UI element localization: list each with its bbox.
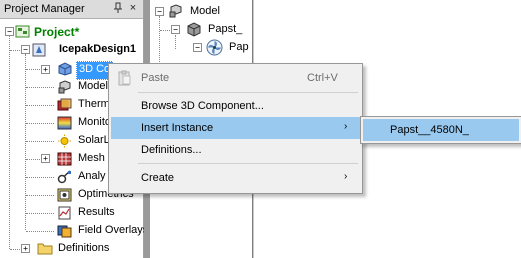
paste-icon (116, 70, 132, 86)
expand-icon[interactable]: + (41, 65, 50, 74)
insert-instance-submenu: Papst__4580N_ (360, 116, 521, 144)
menu-item-paste[interactable]: Paste Ctrl+V (111, 67, 360, 89)
collapse-icon[interactable]: − (21, 45, 30, 54)
tree-line (26, 159, 40, 160)
collapse-icon[interactable]: − (193, 43, 202, 52)
tree-line (175, 35, 176, 49)
project-icon (15, 25, 30, 38)
project-manager-titlebar: Project Manager × (0, 0, 143, 19)
menu-item-label: Browse 3D Component... (141, 100, 264, 112)
tree-item-model-root[interactable]: − Model (150, 3, 252, 21)
tree-item-label: Results (78, 206, 115, 218)
tree-item-results[interactable]: Results (0, 204, 143, 222)
tree-item-label: Papst_ (208, 23, 243, 35)
tree-item-project[interactable]: − Project* (0, 23, 143, 41)
tree-item-design[interactable]: − IcepakDesign1 (0, 41, 143, 59)
menu-item-label: Definitions... (141, 144, 202, 156)
tree-line (26, 195, 54, 196)
menu-item-definitions[interactable]: Definitions... (111, 139, 360, 161)
tree-item-label: Therm (78, 98, 110, 110)
menu-separator (138, 163, 358, 164)
thermal-icon (57, 98, 72, 112)
tree-item-label: Project* (34, 25, 80, 39)
monitor-icon (57, 116, 72, 130)
expand-icon[interactable]: + (41, 154, 50, 163)
optimetrics-icon (57, 188, 72, 202)
field-overlays-icon (57, 224, 72, 238)
tree-item-label: Model (190, 5, 220, 17)
mesh-icon (57, 152, 72, 166)
collapse-icon[interactable]: − (5, 27, 14, 36)
project-manager-title: Project Manager (4, 3, 85, 15)
menu-item-label: Paste (141, 72, 170, 84)
tree-line (26, 69, 40, 70)
submenu-item-label: Papst__4580N_ (390, 124, 469, 136)
tree-item-label: SolarL (78, 134, 110, 146)
tree-item-label: Mesh (78, 152, 105, 164)
sun-icon (57, 134, 72, 148)
menu-item-label: Insert Instance (141, 122, 214, 134)
menu-item-label: Create (141, 172, 175, 184)
analysis-icon (57, 170, 72, 184)
context-menu: Paste Ctrl+V Browse 3D Component... Inse… (108, 63, 363, 194)
tree-item-definitions[interactable]: + Definitions (0, 240, 143, 258)
collapse-icon[interactable]: − (155, 7, 164, 16)
icepak-design-icon (32, 43, 46, 57)
fan-icon (206, 39, 223, 56)
menu-item-insert-instance[interactable]: Insert Instance › (111, 117, 360, 139)
tree-line (26, 123, 54, 124)
tree-item-label: Pap (229, 41, 249, 53)
tree-line (26, 141, 54, 142)
menu-separator (138, 92, 358, 93)
folder-icon (37, 242, 53, 255)
results-icon (57, 206, 72, 220)
expand-icon[interactable]: + (21, 244, 30, 253)
3d-components-icon (57, 62, 73, 76)
tree-item-papst-fan[interactable]: − Pap (150, 35, 252, 57)
model-icon (168, 4, 184, 19)
tree-item-label: Model (78, 80, 108, 92)
tree-line (26, 105, 54, 106)
tree-item-label: Analy (78, 170, 106, 182)
3d-component-icon (186, 22, 202, 37)
tree-line (26, 231, 54, 232)
submenu-item-papst-4580n[interactable]: Papst__4580N_ (363, 119, 519, 141)
close-icon[interactable]: × (127, 2, 139, 15)
tree-item-label: IcepakDesign1 (59, 43, 137, 55)
tree-item-label: Monito (78, 116, 112, 128)
collapse-icon[interactable]: − (171, 25, 180, 34)
menu-item-shortcut: Ctrl+V (307, 72, 338, 84)
tree-line (26, 87, 54, 88)
model-icon (57, 80, 72, 94)
tree-item-field-overlays[interactable]: Field Overlays (0, 222, 148, 240)
tree-item-label: Field Overlays (78, 224, 149, 236)
submenu-arrow-icon: › (344, 171, 348, 182)
tree-item-papst-component[interactable]: − Papst_ (150, 21, 252, 39)
tree-item-label: Definitions (58, 242, 110, 254)
tree-line (26, 177, 54, 178)
pin-icon[interactable] (112, 2, 124, 15)
submenu-arrow-icon: › (344, 121, 348, 132)
menu-item-browse-3d-component[interactable]: Browse 3D Component... (111, 95, 360, 117)
menu-item-create[interactable]: Create › (111, 167, 360, 189)
tree-line (26, 213, 54, 214)
